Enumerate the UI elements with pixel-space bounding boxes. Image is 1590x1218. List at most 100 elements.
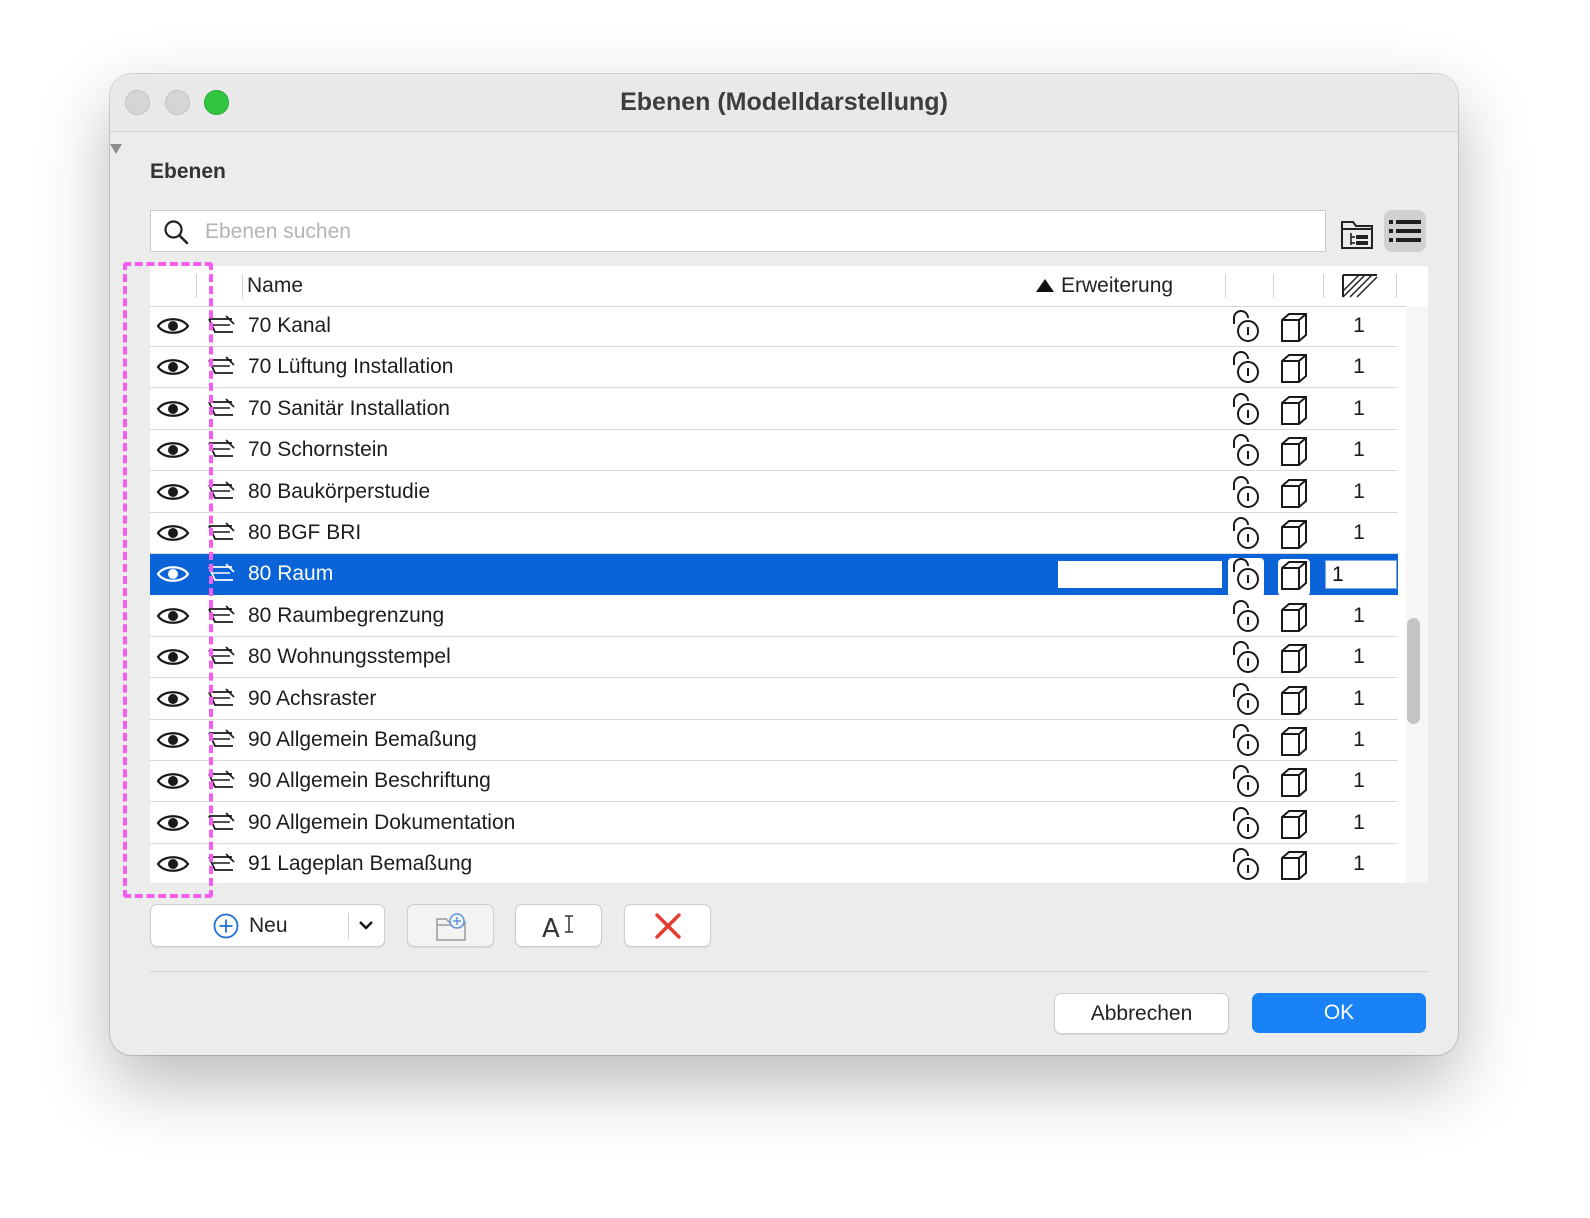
column-separator xyxy=(1225,274,1226,298)
intersection-group-number[interactable]: 1 xyxy=(1340,720,1378,760)
table-row[interactable]: 80 Wohnungsstempel 1 xyxy=(150,637,1398,680)
window-title: Ebenen (Modelldarstellung) xyxy=(620,88,948,116)
wireframe-toggle[interactable] xyxy=(1278,559,1310,597)
intersection-group-number[interactable]: 1 xyxy=(1340,513,1378,553)
new-layer-button[interactable]: Neu xyxy=(150,904,385,947)
split-divider xyxy=(348,913,349,939)
lock-open-icon xyxy=(1233,765,1259,798)
lock-toggle[interactable] xyxy=(1228,434,1264,473)
hatch-pattern-icon[interactable] xyxy=(1342,274,1378,298)
column-separator xyxy=(1273,274,1274,298)
scrollbar-thumb[interactable] xyxy=(1407,618,1420,724)
wireframe-toggle[interactable] xyxy=(1278,849,1310,883)
intersection-group-number[interactable]: 1 xyxy=(1340,389,1378,429)
lock-toggle[interactable] xyxy=(1228,310,1264,349)
intersection-group-number[interactable]: 1 xyxy=(1340,803,1378,843)
table-row[interactable]: 90 Allgemein Bemaßung 1 xyxy=(150,720,1398,761)
layer-name: 90 Allgemein Dokumentation xyxy=(248,810,516,834)
wireframe-toggle[interactable] xyxy=(1278,518,1310,555)
search-box xyxy=(150,210,1326,253)
table-row[interactable]: 91 Lageplan Bemaßung 1 xyxy=(150,844,1398,883)
rename-button[interactable]: A xyxy=(515,904,602,947)
table-row[interactable]: 70 Sanitär Installation 1 xyxy=(150,389,1398,430)
wireframe-toggle[interactable] xyxy=(1278,394,1310,431)
title-bar: Ebenen (Modelldarstellung) xyxy=(110,74,1458,132)
lock-toggle[interactable] xyxy=(1228,682,1264,722)
wireframe-toggle[interactable] xyxy=(1278,435,1310,472)
wireframe-toggle[interactable] xyxy=(1278,684,1310,721)
column-separator xyxy=(242,274,243,298)
lock-toggle[interactable] xyxy=(1228,724,1264,763)
intersection-group-field[interactable] xyxy=(1325,560,1397,590)
lock-open-icon xyxy=(1233,558,1259,591)
delete-layer-button[interactable] xyxy=(624,904,711,947)
layer-name: 70 Sanitär Installation xyxy=(248,396,450,420)
intersection-group-number[interactable]: 1 xyxy=(1340,306,1378,346)
layer-name: 80 Raumbegrenzung xyxy=(248,603,445,627)
extension-edit-field[interactable] xyxy=(1058,561,1222,589)
table-row[interactable]: 70 Lüftung Installation 1 xyxy=(150,347,1398,390)
wireframe-icon xyxy=(1281,395,1307,425)
intersection-group-number[interactable]: 1 xyxy=(1340,679,1378,719)
collapse-triangle-icon[interactable] xyxy=(110,144,122,154)
delete-x-icon xyxy=(655,913,681,939)
intersection-group-number[interactable]: 1 xyxy=(1340,430,1378,470)
table-row[interactable]: 80 Raumbegrenzung 1 xyxy=(150,596,1398,637)
wireframe-toggle[interactable] xyxy=(1278,352,1310,389)
intersection-group-number[interactable]: 1 xyxy=(1340,637,1378,677)
wireframe-toggle[interactable] xyxy=(1278,477,1310,514)
intersection-group-number[interactable]: 1 xyxy=(1340,347,1378,387)
ok-button[interactable]: OK xyxy=(1252,993,1426,1033)
column-header-name[interactable]: Name xyxy=(247,266,303,306)
layers-table: Name Erweiterung 70 Kanal 1 70 Lüftung Ins… xyxy=(150,266,1428,883)
folder-tree-icon xyxy=(1341,221,1373,249)
intersection-group-number[interactable]: 1 xyxy=(1340,472,1378,512)
wireframe-toggle[interactable] xyxy=(1278,766,1310,803)
lock-toggle[interactable] xyxy=(1228,848,1264,883)
folder-plus-icon xyxy=(436,913,466,941)
lock-toggle[interactable] xyxy=(1228,641,1264,680)
scroll-track[interactable] xyxy=(1406,306,1428,883)
annotation-highlight xyxy=(123,262,213,898)
plus-circle-icon xyxy=(213,913,239,939)
lock-toggle[interactable] xyxy=(1228,765,1264,804)
chevron-down-icon[interactable] xyxy=(358,919,374,931)
wireframe-toggle[interactable] xyxy=(1278,311,1310,348)
wireframe-icon xyxy=(1281,644,1307,674)
table-row[interactable]: 80 BGF BRI 1 xyxy=(150,513,1398,554)
lock-open-icon xyxy=(1233,351,1259,384)
intersection-group-number[interactable]: 1 xyxy=(1340,596,1378,636)
wireframe-toggle[interactable] xyxy=(1278,642,1310,679)
lock-toggle[interactable] xyxy=(1228,392,1264,432)
intersection-group-number[interactable]: 1 xyxy=(1340,844,1378,883)
wireframe-toggle[interactable] xyxy=(1278,725,1310,762)
lock-toggle[interactable] xyxy=(1228,558,1264,598)
table-row[interactable]: 70 Schornstein 1 xyxy=(150,430,1398,473)
new-folder-button[interactable] xyxy=(407,904,494,947)
table-row[interactable]: 90 Allgemein Dokumentation 1 xyxy=(150,803,1398,844)
table-row[interactable]: 80 Raum xyxy=(150,554,1398,598)
layer-name: 90 Allgemein Beschriftung xyxy=(248,769,491,793)
table-row[interactable]: 80 Baukörperstudie 1 xyxy=(150,472,1398,513)
wireframe-toggle[interactable] xyxy=(1278,601,1310,638)
sort-ascending-icon[interactable] xyxy=(1036,279,1054,292)
wireframe-toggle[interactable] xyxy=(1278,808,1310,845)
lock-toggle[interactable] xyxy=(1228,599,1264,639)
lock-toggle[interactable] xyxy=(1228,475,1264,515)
lock-toggle[interactable] xyxy=(1228,351,1264,390)
lock-open-icon xyxy=(1233,724,1259,756)
layer-name: 80 BGF BRI xyxy=(248,521,362,544)
lock-toggle[interactable] xyxy=(1228,806,1264,846)
intersection-group-number[interactable]: 1 xyxy=(1340,761,1378,801)
table-row[interactable]: 90 Achsraster 1 xyxy=(150,679,1398,720)
tree-view-button[interactable] xyxy=(1338,214,1378,254)
search-input[interactable] xyxy=(203,211,1307,253)
list-view-button[interactable] xyxy=(1384,210,1426,252)
table-row[interactable]: 90 Allgemein Beschriftung 1 xyxy=(150,761,1398,804)
column-separator xyxy=(1323,274,1324,298)
column-header-extension[interactable]: Erweiterung xyxy=(1061,266,1173,306)
lock-toggle[interactable] xyxy=(1228,517,1264,556)
cancel-button[interactable]: Abbrechen xyxy=(1054,993,1229,1034)
wireframe-icon xyxy=(1281,313,1307,342)
table-row[interactable]: 70 Kanal 1 xyxy=(150,306,1398,347)
